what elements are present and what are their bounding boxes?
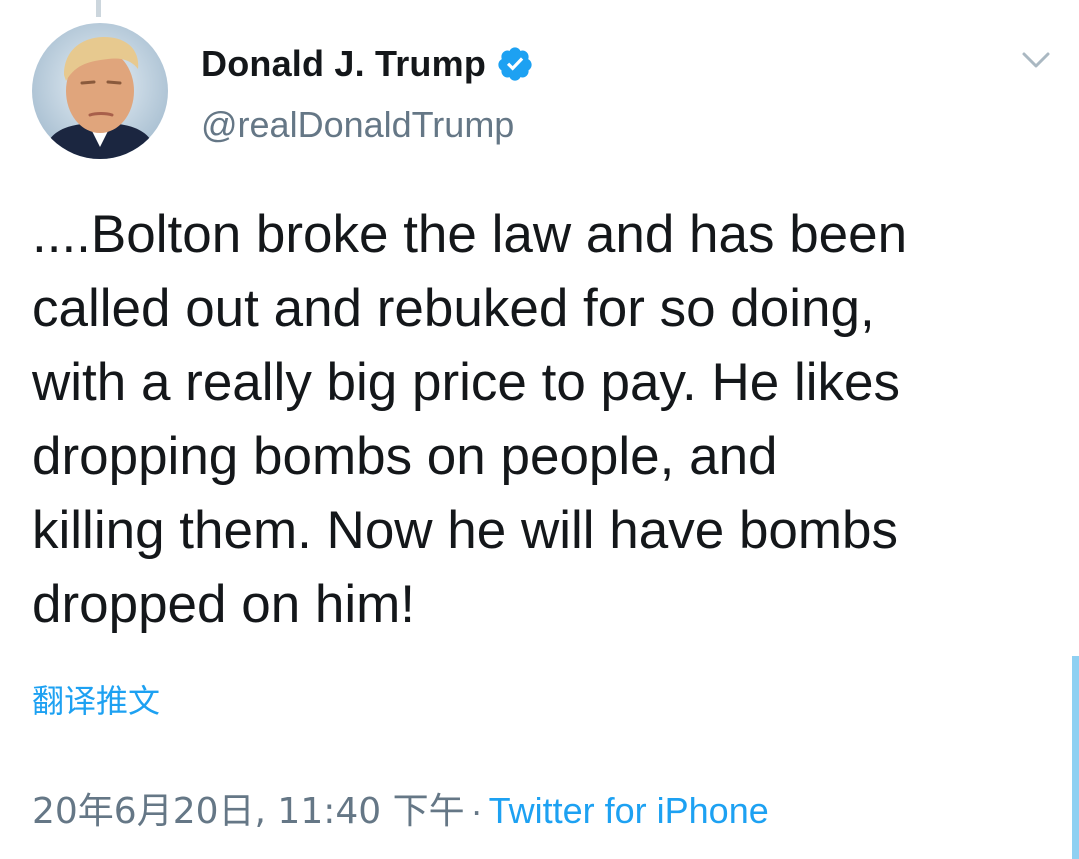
display-name[interactable]: Donald J. Trump	[201, 43, 486, 85]
avatar[interactable]	[32, 23, 168, 159]
chevron-down-icon[interactable]	[1020, 48, 1052, 72]
verified-badge-icon	[498, 47, 532, 81]
tweet-source-link[interactable]: Twitter for iPhone	[489, 790, 769, 831]
thread-connector-line	[96, 0, 101, 17]
translate-tweet-link[interactable]: 翻译推文	[32, 676, 160, 722]
author-name-row[interactable]: Donald J. Trump	[201, 40, 534, 88]
tweet-detail: Donald J. Trump @realDonaldTrump ....Bol…	[0, 0, 1079, 859]
tweet-text: ....Bolton broke the law and has been ca…	[32, 205, 908, 634]
tweet-timestamp[interactable]: 20年6月20日, 11:40 下午	[32, 791, 465, 832]
author-handle[interactable]: @realDonaldTrump	[201, 104, 514, 146]
profile-avatar-image	[32, 23, 168, 159]
meta-separator: ·	[470, 790, 483, 831]
tweet-meta: 20年6月20日, 11:40 下午 · Twitter for iPhone	[32, 782, 769, 834]
scrollbar[interactable]	[1072, 656, 1079, 859]
